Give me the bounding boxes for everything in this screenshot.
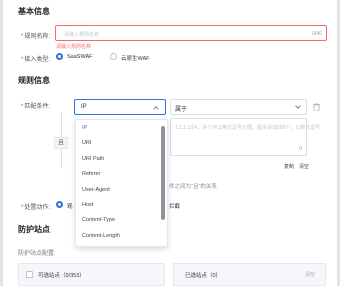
- section-basic-title: 基本信息: [18, 7, 50, 16]
- match-operator-select[interactable]: 属于: [170, 99, 307, 115]
- dropdown-option-user-agent[interactable]: User-Agent: [82, 187, 110, 193]
- match-field-value: IP: [81, 104, 87, 110]
- dropdown-option-host[interactable]: Host: [82, 202, 93, 208]
- available-sites-panel: 可选站点（0/353）: [18, 263, 165, 286]
- chevron-down-icon: [295, 103, 301, 109]
- available-sites-checkbox[interactable]: [26, 271, 33, 278]
- dropdown-option-uri-path[interactable]: URI Path: [82, 156, 104, 162]
- radio-cloud-native-waf-label[interactable]: 云原生WAF: [121, 54, 150, 62]
- delete-condition-icon[interactable]: [313, 103, 320, 111]
- left-scroll-edge: [0, 0, 3, 286]
- dropdown-option-content-type[interactable]: Content-Type: [82, 217, 115, 223]
- match-operator-value: 属于: [175, 107, 188, 113]
- dropdown-option-uri[interactable]: URI: [82, 140, 91, 146]
- section-rule-title: 规则信息: [18, 76, 50, 85]
- available-sites-header: 可选站点（0/353）: [19, 264, 164, 286]
- condition-relation-note: 件之间为"且"的关系: [169, 184, 217, 190]
- available-sites-label: 可选站点（0/353）: [38, 273, 85, 279]
- match-field-dropdown: IP URI URI Path Referer User-Agent Host …: [75, 119, 168, 247]
- protect-config-label: 防护站点配置:: [18, 251, 56, 257]
- radio-saaswaf-label[interactable]: SaaSWAF: [67, 54, 92, 60]
- dropdown-option-ip[interactable]: IP: [82, 125, 87, 131]
- clear-link[interactable]: 清空: [299, 163, 309, 170]
- match-value-textarea[interactable]: 1.1.1.1/24，多个IP以英文逗号分隔，最多添加200个，以英文逗号 0: [170, 118, 320, 156]
- dropdown-option-content-length[interactable]: Content-Length: [82, 233, 120, 239]
- dropdown-scrollbar[interactable]: [161, 126, 165, 220]
- match-field-select[interactable]: IP: [74, 99, 166, 115]
- access-type-label: *接入类型:: [21, 57, 51, 63]
- radio-action-block-label[interactable]: 拦截: [169, 202, 180, 210]
- radio-action-observe[interactable]: [56, 201, 63, 208]
- radio-cloud-native-waf[interactable]: [110, 53, 117, 60]
- match-value-placeholder: 1.1.1.1/24，多个IP以英文逗号分隔，最多添加200个，以英文逗号: [175, 125, 321, 131]
- copy-link[interactable]: 复制: [284, 163, 294, 170]
- section-protect-title: 防护站点: [18, 225, 50, 234]
- rule-name-placeholder: 请输入规则名称: [64, 32, 100, 38]
- selected-sites-panel: 已选站点（0） 清空: [173, 263, 326, 286]
- selected-sites-header: 已选站点（0） 清空: [174, 264, 325, 286]
- rule-name-label: *规则名称:: [21, 34, 51, 40]
- selected-sites-clear[interactable]: 清空: [305, 271, 315, 278]
- match-value-count: 0: [299, 146, 302, 152]
- action-label: *处置动作:: [21, 205, 51, 211]
- radio-action-observe-label[interactable]: 观: [67, 202, 73, 210]
- rule-name-count: 0/40: [312, 31, 322, 37]
- match-condition-label: *匹配条件:: [21, 104, 51, 110]
- chevron-up-icon: [153, 106, 159, 112]
- selected-sites-label: 已选站点（0）: [185, 273, 222, 279]
- rule-name-input[interactable]: 请输入规则名称 0/40: [55, 25, 327, 41]
- and-connector-tag: 且: [54, 137, 68, 149]
- radio-saaswaf[interactable]: [56, 53, 63, 60]
- rule-name-error: 请输入规则名称: [56, 44, 92, 50]
- dropdown-option-referer[interactable]: Referer: [82, 171, 100, 177]
